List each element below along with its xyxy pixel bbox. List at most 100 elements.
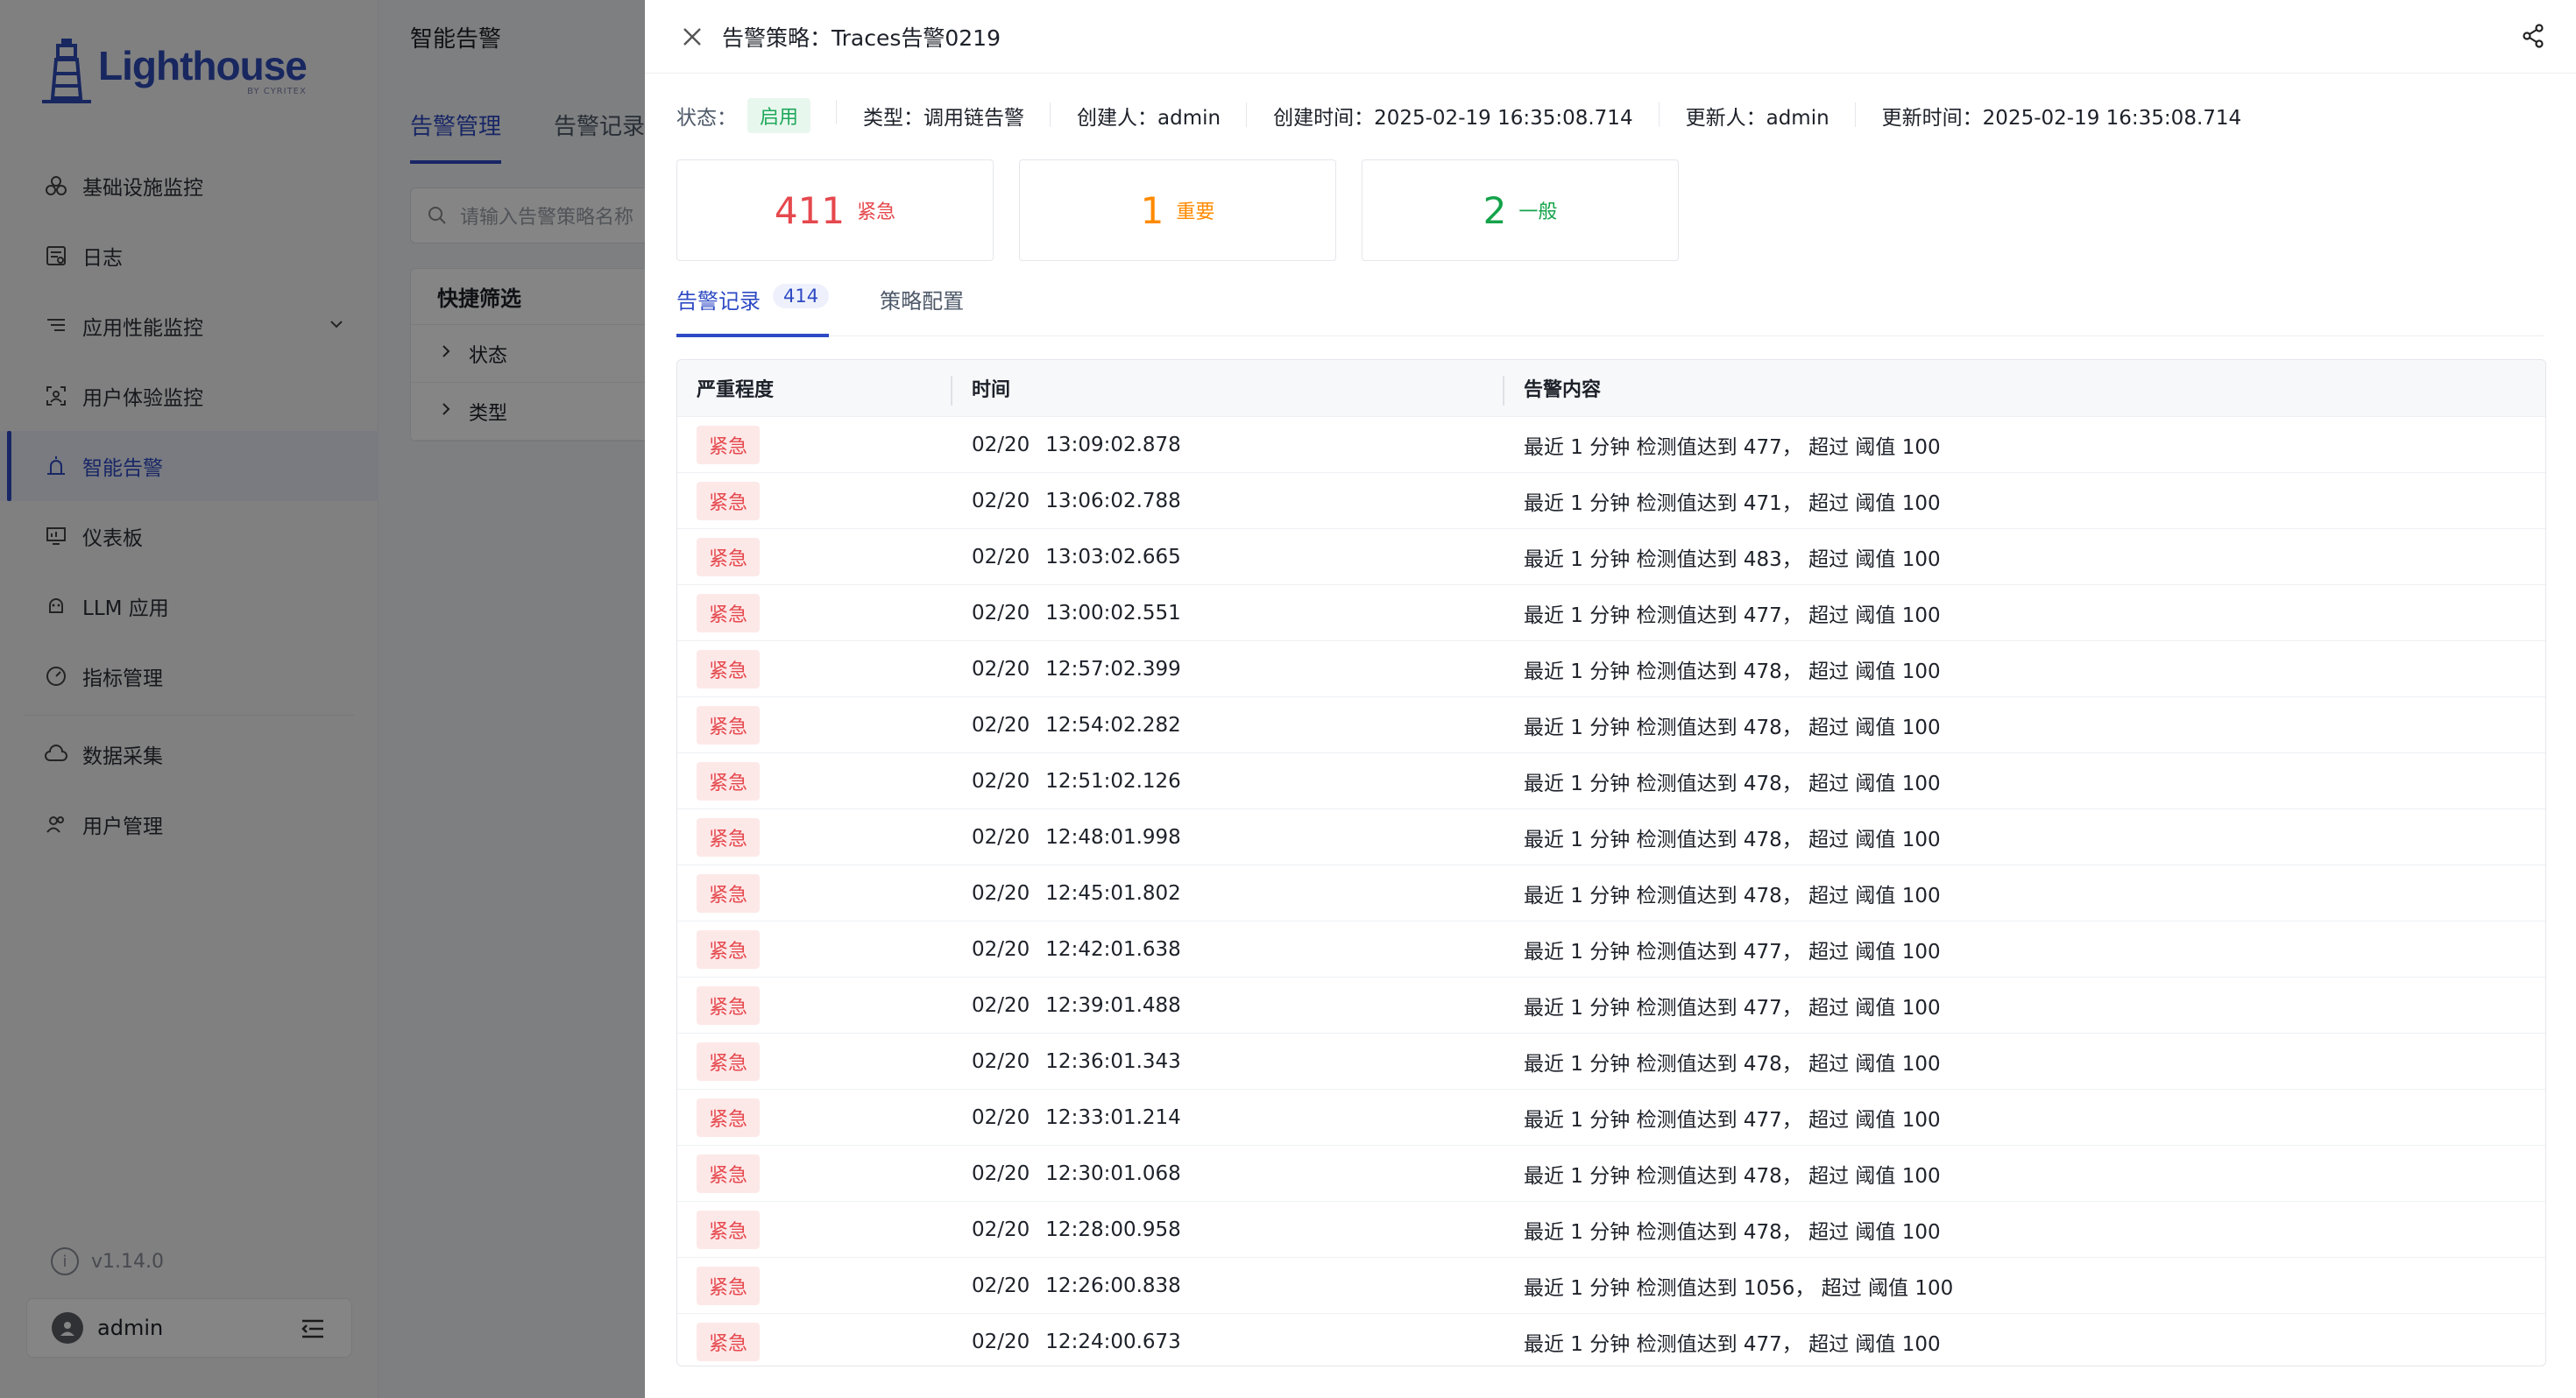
meta-updater: 更新人：admin [1686,101,1856,131]
alert-date: 02/20 [972,881,1030,905]
close-icon[interactable] [680,25,704,49]
severity-cell: 紧急 [677,929,952,969]
alert-date: 02/20 [972,489,1030,512]
time-cell: 02/20 12:54:02.282 [952,714,1504,737]
share-icon[interactable] [2520,23,2546,49]
content-cell: 最近 1 分钟 检测值达到 477， 超过 阈值 100 [1524,1332,1941,1356]
alert-date: 02/20 [972,1161,1030,1185]
stat-count: 2 [1483,188,1507,232]
table-row[interactable]: 紧急 02/20 12:42:01.638 最近 1 分钟 检测值达到 477， 超过… [677,921,2545,977]
alert-date: 02/20 [972,1330,1030,1353]
time-cell: 02/20 12:26:00.838 [952,1274,1504,1297]
meta-type: 类型：调用链告警 [863,101,1051,131]
alert-time: 12:51:02.126 [1045,769,1181,793]
table-body: 紧急 02/20 13:09:02.878 最近 1 分钟 检测值达到 477， 超过… [677,416,2545,1366]
tab-policy-config[interactable]: 策略配置 [880,279,964,336]
stat-card-urgent[interactable]: 411 紧急 [676,159,994,261]
severity-badge: 紧急 [697,537,761,576]
content-cell: 最近 1 分钟 检测值达到 477， 超过 阈值 100 [1524,435,1941,459]
severity-badge: 紧急 [697,1041,761,1081]
stat-count: 411 [774,188,846,232]
table-row[interactable]: 紧急 02/20 12:26:00.838 最近 1 分钟 检测值达到 1056， 超… [677,1257,2545,1313]
alert-time: 12:36:01.343 [1045,1049,1181,1073]
severity-cell: 紧急 [677,1098,952,1137]
time-cell: 02/20 12:36:01.343 [952,1050,1504,1073]
severity-badge: 紧急 [697,425,761,464]
alert-time: 13:06:02.788 [1045,489,1181,512]
alert-time: 12:28:00.958 [1045,1218,1181,1241]
severity-badge: 紧急 [697,929,761,969]
table-row[interactable]: 紧急 02/20 12:28:00.958 最近 1 分钟 检测值达到 478， 超过… [677,1201,2545,1257]
content-cell: 最近 1 分钟 检测值达到 478， 超过 阈值 100 [1524,660,1941,683]
table-row[interactable]: 紧急 02/20 12:54:02.282 最近 1 分钟 检测值达到 478， 超过… [677,696,2545,752]
table-row[interactable]: 紧急 02/20 13:03:02.665 最近 1 分钟 检测值达到 483， 超过… [677,528,2545,584]
stat-card-important[interactable]: 1 重要 [1019,159,1336,261]
severity-cell: 紧急 [677,761,952,801]
alert-records-table: 严重程度 时间 告警内容 紧急 02/20 13:09:02.878 最近 1 分钟 … [676,359,2546,1366]
content-cell: 最近 1 分钟 检测值达到 478， 超过 阈值 100 [1524,1220,1941,1244]
column-header-content[interactable]: 告警内容 [1504,374,2545,402]
table-row[interactable]: 紧急 02/20 12:36:01.343 最近 1 分钟 检测值达到 478， 超过… [677,1033,2545,1089]
severity-badge: 紧急 [697,1210,761,1249]
table-row[interactable]: 紧急 02/20 12:24:00.673 最近 1 分钟 检测值达到 477， 超过… [677,1313,2545,1366]
severity-cell: 紧急 [677,649,952,688]
table-row[interactable]: 紧急 02/20 12:57:02.399 最近 1 分钟 检测值达到 478， 超过… [677,640,2545,696]
time-cell: 02/20 12:48:01.998 [952,826,1504,849]
table-row[interactable]: 紧急 02/20 12:45:01.802 最近 1 分钟 检测值达到 478， 超过… [677,865,2545,921]
records-count-badge: 414 [773,284,830,308]
table-row[interactable]: 紧急 02/20 12:33:01.214 最近 1 分钟 检测值达到 477， 超过… [677,1089,2545,1145]
meta-created-at: 创建时间：2025-02-19 16:35:08.714 [1273,101,1660,131]
severity-badge: 紧急 [697,817,761,857]
tab-label: 告警记录 [676,289,761,314]
alert-date: 02/20 [972,713,1030,737]
severity-cell: 紧急 [677,425,952,464]
severity-badge: 紧急 [697,873,761,913]
content-cell: 最近 1 分钟 检测值达到 478， 超过 阈值 100 [1524,1164,1941,1188]
content-cell: 最近 1 分钟 检测值达到 478， 超过 阈值 100 [1524,772,1941,795]
table-row[interactable]: 紧急 02/20 13:06:02.788 最近 1 分钟 检测值达到 471， 超过… [677,472,2545,528]
alert-date: 02/20 [972,657,1030,681]
severity-badge: 紧急 [697,1322,761,1361]
content-cell: 最近 1 分钟 检测值达到 478， 超过 阈值 100 [1524,1052,1941,1076]
column-header-severity[interactable]: 严重程度 [677,374,952,406]
table-row[interactable]: 紧急 02/20 13:09:02.878 最近 1 分钟 检测值达到 477， 超过… [677,416,2545,472]
severity-cell: 紧急 [677,817,952,857]
tab-alert-records[interactable]: 告警记录 414 [676,279,830,337]
table-row[interactable]: 紧急 02/20 12:51:02.126 最近 1 分钟 检测值达到 478， 超过… [677,752,2545,808]
alert-date: 02/20 [972,433,1030,456]
modal-overlay[interactable] [0,0,645,1398]
content-cell: 最近 1 分钟 检测值达到 483， 超过 阈值 100 [1524,547,1941,571]
alert-date: 02/20 [972,1218,1030,1241]
table-row[interactable]: 紧急 02/20 12:48:01.998 最近 1 分钟 检测值达到 478， 超过… [677,808,2545,865]
time-cell: 02/20 13:03:02.665 [952,546,1504,568]
alert-policy-drawer: 告警策略：Traces告警0219 状态： 启用 类型：调用链告警 创建人：ad… [645,0,2576,1398]
stat-card-normal[interactable]: 2 一般 [1362,159,1679,261]
alert-date: 02/20 [972,545,1030,568]
time-cell: 02/20 12:28:00.958 [952,1218,1504,1241]
severity-cell: 紧急 [677,1041,952,1081]
content-cell: 最近 1 分钟 检测值达到 478， 超过 阈值 100 [1524,716,1941,739]
severity-cell: 紧急 [677,481,952,520]
alert-date: 02/20 [972,937,1030,961]
tab-label: 策略配置 [880,289,965,314]
column-header-time[interactable]: 时间 [952,374,1504,406]
meta-creator: 创建人：admin [1077,101,1248,131]
drawer-header: 告警策略：Traces告警0219 [645,0,2576,74]
table-row[interactable]: 紧急 02/20 12:30:01.068 最近 1 分钟 检测值达到 478， 超过… [677,1145,2545,1201]
content-cell: 最近 1 分钟 检测值达到 478， 超过 阈值 100 [1524,828,1941,851]
alert-time: 12:24:00.673 [1045,1330,1181,1353]
content-cell: 最近 1 分钟 检测值达到 478， 超过 阈值 100 [1524,884,1941,907]
time-cell: 02/20 12:33:01.214 [952,1106,1504,1129]
severity-cell: 紧急 [677,593,952,632]
meta-updated-at: 更新时间：2025-02-19 16:35:08.714 [1881,107,2242,130]
table-row[interactable]: 紧急 02/20 12:39:01.488 最近 1 分钟 检测值达到 477， 超过… [677,977,2545,1033]
severity-badge: 紧急 [697,761,761,801]
time-cell: 02/20 13:00:02.551 [952,602,1504,625]
table-row[interactable]: 紧急 02/20 13:00:02.551 最近 1 分钟 检测值达到 477， 超过… [677,584,2545,640]
severity-badge: 紧急 [697,985,761,1025]
severity-badge: 紧急 [697,705,761,745]
policy-meta: 状态： 启用 类型：调用链告警 创建人：admin 创建时间：2025-02-1… [676,98,2294,133]
content-cell: 最近 1 分钟 检测值达到 477， 超过 阈值 100 [1524,604,1941,627]
severity-stats: 411 紧急 1 重要 2 一般 [676,159,1704,261]
stat-label: 一般 [1518,201,1558,223]
